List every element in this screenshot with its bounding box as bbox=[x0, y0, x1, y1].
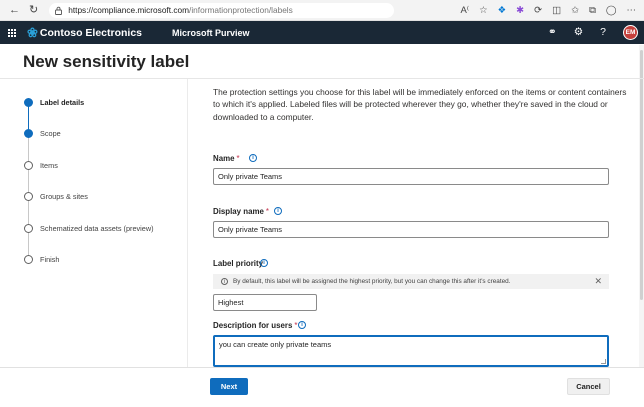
display-name-label-text: Display name bbox=[213, 207, 264, 216]
avatar[interactable]: EM bbox=[623, 25, 638, 40]
step-indicator bbox=[24, 255, 33, 264]
suite-actions: ⚭ ⚙ ? EM bbox=[548, 21, 638, 44]
priority-info-banner: i By default, this label will be assigne… bbox=[213, 274, 609, 289]
url-path: /informationprotection/labels bbox=[189, 5, 293, 15]
settings-icon[interactable]: ⚙ bbox=[574, 27, 583, 38]
resize-handle[interactable] bbox=[601, 359, 606, 364]
description-label: Description for users * bbox=[213, 321, 297, 330]
favorite-icon[interactable]: ☆ bbox=[479, 6, 488, 16]
page-scrollbar-thumb[interactable] bbox=[640, 50, 643, 300]
display-name-input[interactable]: Only private Teams bbox=[213, 221, 609, 238]
step-schematized-data-assets[interactable]: Schematized data assets (preview) bbox=[24, 224, 154, 233]
intro-text: The protection settings you choose for t… bbox=[213, 87, 627, 122]
favorites-icon[interactable]: ✩ bbox=[571, 6, 579, 16]
url-host: https://compliance.microsoft.com bbox=[68, 5, 190, 15]
step-indicator bbox=[24, 98, 33, 107]
step-finish[interactable]: Finish bbox=[24, 255, 59, 264]
description-text: you can create only private teams bbox=[219, 340, 332, 349]
info-icon[interactable]: i bbox=[274, 207, 282, 215]
step-items[interactable]: Items bbox=[24, 161, 58, 170]
name-label-text: Name bbox=[213, 154, 235, 163]
refresh-icon[interactable]: ↻ bbox=[29, 4, 38, 16]
info-icon[interactable]: i bbox=[298, 321, 306, 329]
product-name[interactable]: Microsoft Purview bbox=[172, 28, 250, 38]
step-label: Schematized data assets (preview) bbox=[40, 224, 154, 233]
waffle-icon[interactable] bbox=[8, 28, 16, 37]
description-label-text: Description for users bbox=[213, 321, 293, 330]
info-icon[interactable]: i bbox=[249, 154, 257, 162]
step-label: Groups & sites bbox=[40, 192, 88, 201]
banner-text: By default, this label will be assigned … bbox=[233, 278, 511, 285]
step-indicator bbox=[24, 192, 33, 201]
next-button[interactable]: Next bbox=[210, 378, 248, 395]
info-icon[interactable]: i bbox=[260, 259, 268, 267]
required-mark: * bbox=[294, 321, 298, 330]
required-mark: * bbox=[236, 154, 240, 163]
steps-divider bbox=[187, 79, 188, 367]
step-label-details[interactable]: Label details bbox=[24, 98, 84, 107]
description-textarea[interactable]: you can create only private teams bbox=[213, 335, 609, 367]
step-indicator bbox=[24, 129, 33, 138]
label-priority-label-text: Label priority bbox=[213, 259, 263, 268]
footer-divider bbox=[0, 367, 644, 368]
refresh-page-icon[interactable]: ⟳ bbox=[534, 6, 542, 16]
browser-nav: ← ↻ bbox=[9, 4, 38, 16]
help-icon[interactable]: ? bbox=[600, 27, 606, 38]
brand[interactable]: ❀ Contoso Electronics bbox=[27, 26, 142, 39]
brand-name: Contoso Electronics bbox=[39, 26, 143, 39]
extension-icon[interactable]: ❖ bbox=[498, 6, 507, 16]
browser-actions: A⁽ ☆ ❖ ✱ ⟳ ◫ ✩ ⧉ ◯ ⋯ bbox=[460, 3, 636, 18]
suite-header: ❀ Contoso Electronics Microsoft Purview … bbox=[0, 21, 644, 44]
brand-logo-icon: ❀ bbox=[27, 25, 38, 40]
step-label: Label details bbox=[40, 98, 85, 107]
more-icon[interactable]: ⋯ bbox=[627, 6, 637, 16]
close-icon[interactable]: ✕ bbox=[594, 277, 602, 286]
back-icon[interactable]: ← bbox=[9, 4, 20, 16]
collections-icon[interactable]: ⧉ bbox=[589, 6, 596, 16]
step-label: Scope bbox=[40, 129, 61, 138]
address-bar[interactable]: https://compliance.microsoft.com/informa… bbox=[49, 2, 395, 18]
wizard-steps: Label details Scope Items Groups & sites… bbox=[0, 79, 187, 367]
step-scope[interactable]: Scope bbox=[24, 129, 61, 138]
copilot-extension-icon[interactable]: ✱ bbox=[516, 6, 524, 16]
banner-info-icon: i bbox=[221, 278, 228, 285]
step-label: Finish bbox=[40, 255, 60, 264]
browser-toolbar: ← ↻ https://compliance.microsoft.com/inf… bbox=[0, 0, 644, 21]
network-icon[interactable]: ⚭ bbox=[548, 27, 557, 38]
page-title: New sensitivity label bbox=[23, 52, 190, 71]
step-label: Items bbox=[40, 161, 58, 170]
display-name-label: Display name * bbox=[213, 207, 269, 216]
label-priority-label: Label priority bbox=[213, 259, 263, 268]
required-mark: * bbox=[265, 207, 269, 216]
step-groups-sites[interactable]: Groups & sites bbox=[24, 192, 88, 201]
name-label: Name * bbox=[213, 154, 240, 163]
split-screen-icon[interactable]: ◫ bbox=[552, 6, 561, 16]
cancel-button[interactable]: Cancel bbox=[567, 378, 610, 395]
read-aloud-icon[interactable]: A⁽ bbox=[460, 6, 469, 16]
step-indicator bbox=[24, 161, 33, 170]
name-input[interactable]: Only private Teams bbox=[213, 168, 609, 185]
profile-icon[interactable]: ◯ bbox=[606, 6, 617, 16]
step-indicator bbox=[24, 224, 33, 233]
lock-icon[interactable] bbox=[54, 6, 63, 15]
label-priority-input[interactable]: Highest bbox=[213, 294, 317, 311]
